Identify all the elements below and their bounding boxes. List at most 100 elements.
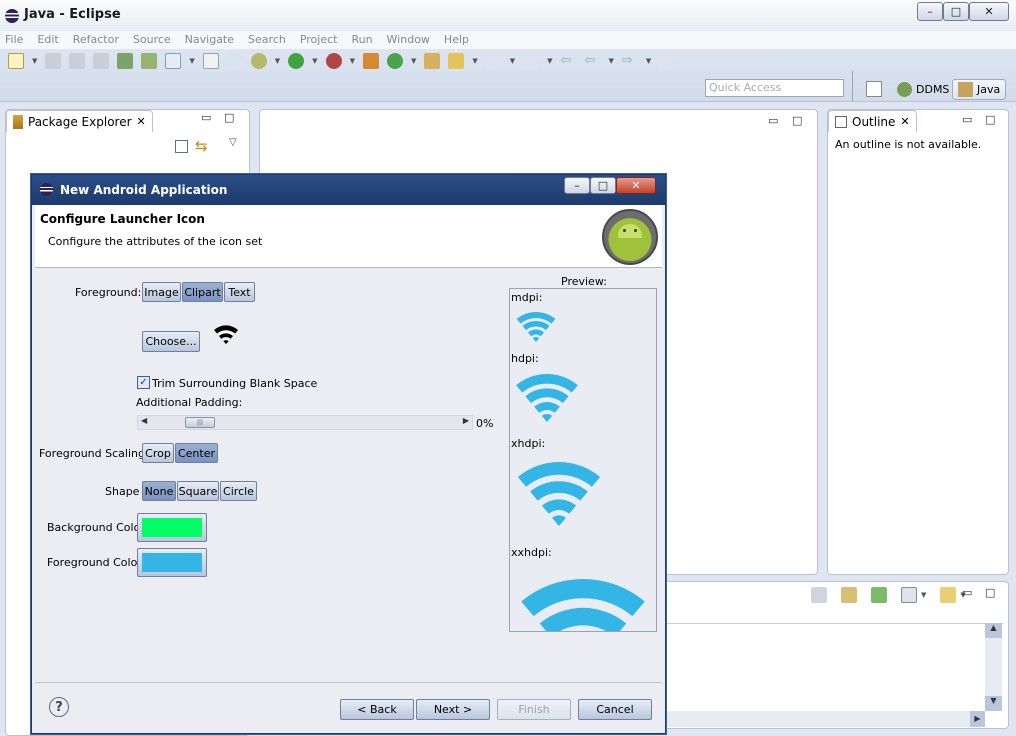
- editor-minimize-icon[interactable]: ▭: [768, 114, 778, 127]
- skip-breakpoints-icon[interactable]: [226, 53, 243, 69]
- outline-icon: [835, 115, 847, 128]
- background-color-label: Background Color:: [47, 521, 149, 534]
- console-maximize-icon[interactable]: □: [985, 586, 995, 599]
- save-all-icon[interactable]: [69, 53, 86, 69]
- save-icon[interactable]: [45, 53, 62, 69]
- outline-pane: [827, 109, 1009, 575]
- close-button[interactable]: ✕: [969, 2, 1009, 21]
- next-annotation-icon[interactable]: [523, 53, 540, 69]
- padding-slider[interactable]: ◀ ||| ▶: [137, 415, 473, 430]
- menu-project[interactable]: Project: [300, 33, 338, 46]
- close-tab-icon[interactable]: ✕: [137, 115, 146, 128]
- maximize-pane-icon[interactable]: □: [224, 111, 234, 124]
- clear-console-icon[interactable]: [811, 587, 827, 603]
- avd-manager-icon[interactable]: [141, 53, 158, 69]
- outline-minimize-icon[interactable]: ▭: [962, 113, 972, 126]
- foreground-clipart-button[interactable]: Clipart: [182, 282, 223, 302]
- back-button[interactable]: < Back: [340, 699, 414, 720]
- ddms-label: DDMS: [916, 83, 950, 96]
- dialog-maximize-button[interactable]: □: [590, 177, 616, 194]
- outline-maximize-icon[interactable]: □: [985, 113, 995, 126]
- scaling-label: Foreground Scaling:: [39, 447, 149, 460]
- tab-outline[interactable]: Outline ✕: [828, 110, 917, 132]
- android-project-icon[interactable]: [202, 53, 219, 69]
- background-color-button[interactable]: [137, 513, 207, 542]
- help-icon[interactable]: ?: [49, 697, 69, 717]
- scaling-center-button[interactable]: Center: [175, 443, 218, 463]
- preview-hdpi-icon: [516, 374, 578, 422]
- scroll-lock-icon[interactable]: [841, 587, 857, 603]
- close-outline-tab-icon[interactable]: ✕: [900, 115, 909, 128]
- main-toolbar: ▼ ▼ ▼ ▼ ▼ ▼ ▼ ▼ ▼ ⇦ ⇦ ▼ ⇨ ▼: [0, 49, 1016, 102]
- link-editor-icon[interactable]: ⇆: [195, 137, 208, 155]
- choose-clipart-button[interactable]: Choose...: [142, 331, 200, 352]
- forward-icon[interactable]: ⇨: [622, 53, 638, 69]
- menu-file[interactable]: File: [5, 33, 23, 46]
- print-icon[interactable]: [93, 53, 110, 69]
- new-class-icon[interactable]: [362, 53, 379, 69]
- ddms-perspective-button[interactable]: DDMS: [891, 79, 955, 100]
- display-console-icon[interactable]: [901, 587, 917, 603]
- checklist-icon[interactable]: [165, 53, 182, 69]
- dialog-header: Configure Launcher Icon Configure the at…: [35, 205, 662, 268]
- console-vscrollbar[interactable]: ▲ ▼: [985, 623, 1002, 711]
- shape-square-button[interactable]: Square: [177, 481, 219, 501]
- cancel-button[interactable]: Cancel: [578, 699, 652, 720]
- collapse-all-icon[interactable]: [175, 140, 188, 153]
- menu-edit[interactable]: Edit: [37, 33, 58, 46]
- view-menu-icon[interactable]: ▽: [229, 137, 237, 148]
- preview-xxhdpi-icon: [521, 579, 645, 631]
- editor-maximize-icon[interactable]: □: [792, 114, 802, 127]
- foreground-color-button[interactable]: [137, 548, 207, 577]
- download-icon[interactable]: [117, 53, 134, 69]
- finish-button[interactable]: Finish: [497, 699, 571, 720]
- back-icon[interactable]: ⇦: [561, 53, 577, 69]
- java-perspective-button[interactable]: Java: [952, 79, 1007, 100]
- external-tools-icon[interactable]: [325, 53, 342, 69]
- slider-right-arrow-icon[interactable]: ▶: [463, 416, 469, 425]
- preview-panel: mdpi: hdpi: xhdpi: xxhdpi:: [509, 288, 657, 632]
- maximize-button[interactable]: □: [943, 2, 969, 21]
- next-button[interactable]: Next >: [416, 699, 490, 720]
- new-package-icon[interactable]: [386, 53, 403, 69]
- menu-window[interactable]: Window: [387, 33, 430, 46]
- search-tool-icon[interactable]: [448, 53, 465, 69]
- shape-circle-button[interactable]: Circle: [220, 481, 257, 501]
- scaling-crop-button[interactable]: Crop: [142, 443, 174, 463]
- open-type-icon[interactable]: [424, 53, 441, 69]
- menu-navigate[interactable]: Navigate: [185, 33, 234, 46]
- menu-search[interactable]: Search: [248, 33, 286, 46]
- console-hscrollbar[interactable]: ▶: [665, 711, 985, 727]
- dialog-eclipse-icon: [40, 183, 53, 196]
- foreground-image-button[interactable]: Image: [142, 282, 181, 302]
- menu-refactor[interactable]: Refactor: [73, 33, 119, 46]
- console-minimize-icon[interactable]: ▭: [962, 586, 972, 599]
- slider-left-arrow-icon[interactable]: ◀: [141, 416, 147, 425]
- open-perspective-icon[interactable]: [866, 81, 882, 97]
- shape-none-button[interactable]: None: [142, 481, 176, 501]
- new-icon[interactable]: [8, 53, 24, 69]
- slider-thumb[interactable]: |||: [185, 417, 215, 428]
- quick-access-input[interactable]: Quick Access: [705, 79, 844, 97]
- pin-console-icon[interactable]: [871, 587, 887, 603]
- dialog-close-button[interactable]: ✕: [616, 177, 656, 194]
- pin-icon[interactable]: [659, 53, 676, 69]
- tab-package-explorer[interactable]: Package Explorer ✕: [6, 110, 153, 132]
- menu-source[interactable]: Source: [133, 33, 171, 46]
- menu-help[interactable]: Help: [444, 33, 469, 46]
- window-titlebar: Java - Eclipse – □ ✕: [0, 0, 1016, 31]
- menu-run[interactable]: Run: [351, 33, 372, 46]
- debug-icon[interactable]: [250, 53, 267, 69]
- foreground-text-button[interactable]: Text: [224, 282, 255, 302]
- annotation-icon[interactable]: [485, 53, 502, 69]
- minimize-pane-icon[interactable]: ▭: [201, 111, 211, 124]
- dialog-minimize-button[interactable]: –: [564, 177, 590, 194]
- open-console-icon[interactable]: [940, 587, 957, 603]
- back-history-icon[interactable]: ⇦: [585, 53, 601, 69]
- run-icon[interactable]: [288, 53, 305, 69]
- minimize-button[interactable]: –: [917, 2, 943, 21]
- dialog-heading: Configure Launcher Icon: [40, 212, 205, 226]
- shape-label: Shape: [105, 485, 140, 498]
- trim-checkbox[interactable]: ✓: [137, 376, 150, 389]
- preview-xxhdpi-label: xxhdpi:: [511, 546, 552, 559]
